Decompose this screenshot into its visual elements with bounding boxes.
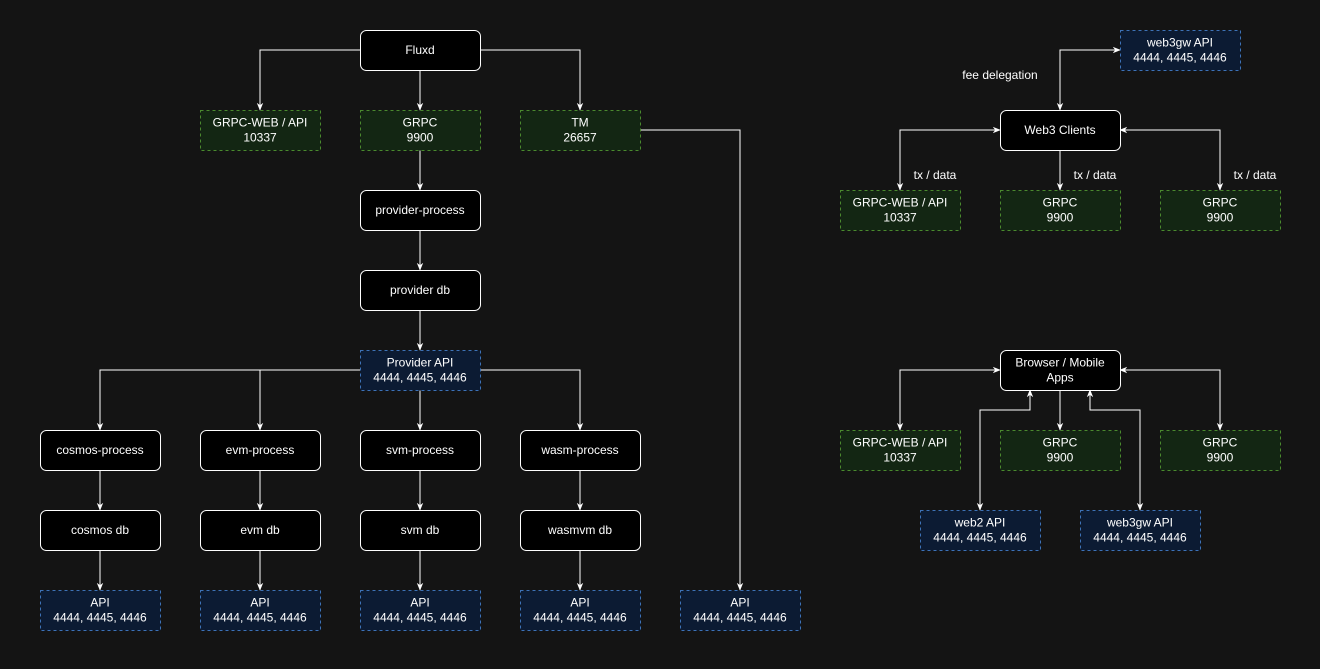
node-svm-process[interactable]: svm-process [360,430,481,471]
node-label: API [250,596,269,610]
node-label: provider-process [375,203,464,217]
node-cosmos-process[interactable]: cosmos-process [40,430,161,471]
node-label: API [410,596,429,610]
node-web2-api[interactable]: web2 API4444, 4445, 4446 [920,510,1041,551]
node-label: 9900 [1047,451,1074,465]
node-label: 26657 [563,131,597,145]
node-label: wasmvm db [547,523,612,537]
node-label: GRPC-WEB / API [213,116,308,130]
node-label: svm db [401,523,440,537]
node-svm-db[interactable]: svm db [360,510,481,551]
node-label: 9900 [1207,451,1234,465]
node-label: Browser / Mobile [1015,356,1105,370]
node-label: provider db [390,283,450,297]
connector-arrow [256,49,360,111]
edge-label-tx-data: tx / data [914,168,957,182]
node-label: Provider API [387,356,454,370]
node-wasm-process[interactable]: wasm-process [520,430,641,471]
connector-arrow [640,129,744,591]
node-label: GRPC [1043,436,1078,450]
node-label: GRPC [1203,196,1238,210]
node-label: Web3 Clients [1024,123,1095,137]
edge-label-fee-delegation: fee delegation [962,68,1037,82]
node-label: 4444, 4445, 4446 [933,531,1027,545]
nodes: FluxdGRPC-WEB / API10337GRPC9900TM26657p… [40,30,1281,631]
node-api-cosmos[interactable]: API4444, 4445, 4446 [40,590,161,631]
connector-arrow [1119,366,1224,431]
node-label: web2 API [954,516,1006,530]
node-br-grpc-b[interactable]: GRPC9900 [1160,430,1281,471]
connector-arrow [1119,126,1224,191]
node-provider-db[interactable]: provider db [360,270,481,311]
node-label: 9900 [407,131,434,145]
node-label: 9900 [1047,211,1074,225]
node-provider-api[interactable]: Provider API4444, 4445, 4446 [360,350,481,391]
node-api-evm[interactable]: API4444, 4445, 4446 [200,590,321,631]
node-br-grpc-a[interactable]: GRPC9900 [1000,430,1121,471]
node-label: web3gw API [1106,516,1173,530]
node-evm-db[interactable]: evm db [200,510,321,551]
node-api-svm[interactable]: API4444, 4445, 4446 [360,590,481,631]
node-label: web3gw API [1146,36,1213,50]
node-evm-process[interactable]: evm-process [200,430,321,471]
node-label: 4444, 4445, 4446 [373,371,467,385]
node-wasmvm-db[interactable]: wasmvm db [520,510,641,551]
node-label: API [730,596,749,610]
node-label: 4444, 4445, 4446 [213,611,307,625]
node-web3gw-bottom[interactable]: web3gw API4444, 4445, 4446 [1080,510,1201,551]
node-label: 4444, 4445, 4446 [1133,51,1227,65]
node-label: 4444, 4445, 4446 [53,611,147,625]
architecture-diagram: FluxdGRPC-WEB / API10337GRPC9900TM26657p… [40,30,1281,631]
node-label: 4444, 4445, 4446 [533,611,627,625]
node-br-grpcweb[interactable]: GRPC-WEB / API10337 [840,430,961,471]
node-label: wasm-process [540,443,618,457]
node-label: cosmos-process [56,443,143,457]
node-browser-apps[interactable]: Browser / MobileApps [1000,350,1121,391]
connector-arrow [480,49,584,111]
node-label: GRPC [403,116,438,130]
node-label: cosmos db [71,523,129,537]
node-grpcweb-main[interactable]: GRPC-WEB / API10337 [200,110,321,151]
edge-label-tx-data: tx / data [1234,168,1277,182]
node-label: GRPC [1043,196,1078,210]
node-api-tm[interactable]: API4444, 4445, 4446 [680,590,801,631]
node-w3c-grpcweb[interactable]: GRPC-WEB / API10337 [840,190,961,231]
node-label: evm db [240,523,280,537]
node-web3gw-top[interactable]: web3gw API4444, 4445, 4446 [1120,30,1241,71]
node-label: 4444, 4445, 4446 [693,611,787,625]
node-label: Fluxd [405,43,434,57]
node-label: GRPC [1203,436,1238,450]
node-label: 10337 [243,131,277,145]
node-web3-clients[interactable]: Web3 Clients [1000,110,1121,151]
connector-arrow [1056,46,1121,111]
connector-arrow [96,369,360,431]
node-label: evm-process [226,443,295,457]
node-label: 9900 [1207,211,1234,225]
connector-arrow [896,366,1001,431]
node-api-wasm[interactable]: API4444, 4445, 4446 [520,590,641,631]
node-w3c-grpc-a[interactable]: GRPC9900 [1000,190,1121,231]
node-label: 4444, 4445, 4446 [373,611,467,625]
node-label: API [570,596,589,610]
node-label: GRPC-WEB / API [853,436,948,450]
node-label: 4444, 4445, 4446 [1093,531,1187,545]
node-cosmos-db[interactable]: cosmos db [40,510,161,551]
node-grpc-main[interactable]: GRPC9900 [360,110,481,151]
node-label: API [90,596,109,610]
edge-label-tx-data: tx / data [1074,168,1117,182]
node-label: svm-process [386,443,454,457]
node-w3c-grpc-b[interactable]: GRPC9900 [1160,190,1281,231]
connector-arrow [480,369,584,431]
node-tm[interactable]: TM26657 [520,110,641,151]
node-fluxd[interactable]: Fluxd [360,30,481,71]
node-label: Apps [1046,371,1073,385]
node-label: 10337 [883,451,917,465]
connector-arrow [256,369,360,431]
node-label: 10337 [883,211,917,225]
node-provider-process[interactable]: provider-process [360,190,481,231]
node-label: TM [571,116,588,130]
node-label: GRPC-WEB / API [853,196,948,210]
